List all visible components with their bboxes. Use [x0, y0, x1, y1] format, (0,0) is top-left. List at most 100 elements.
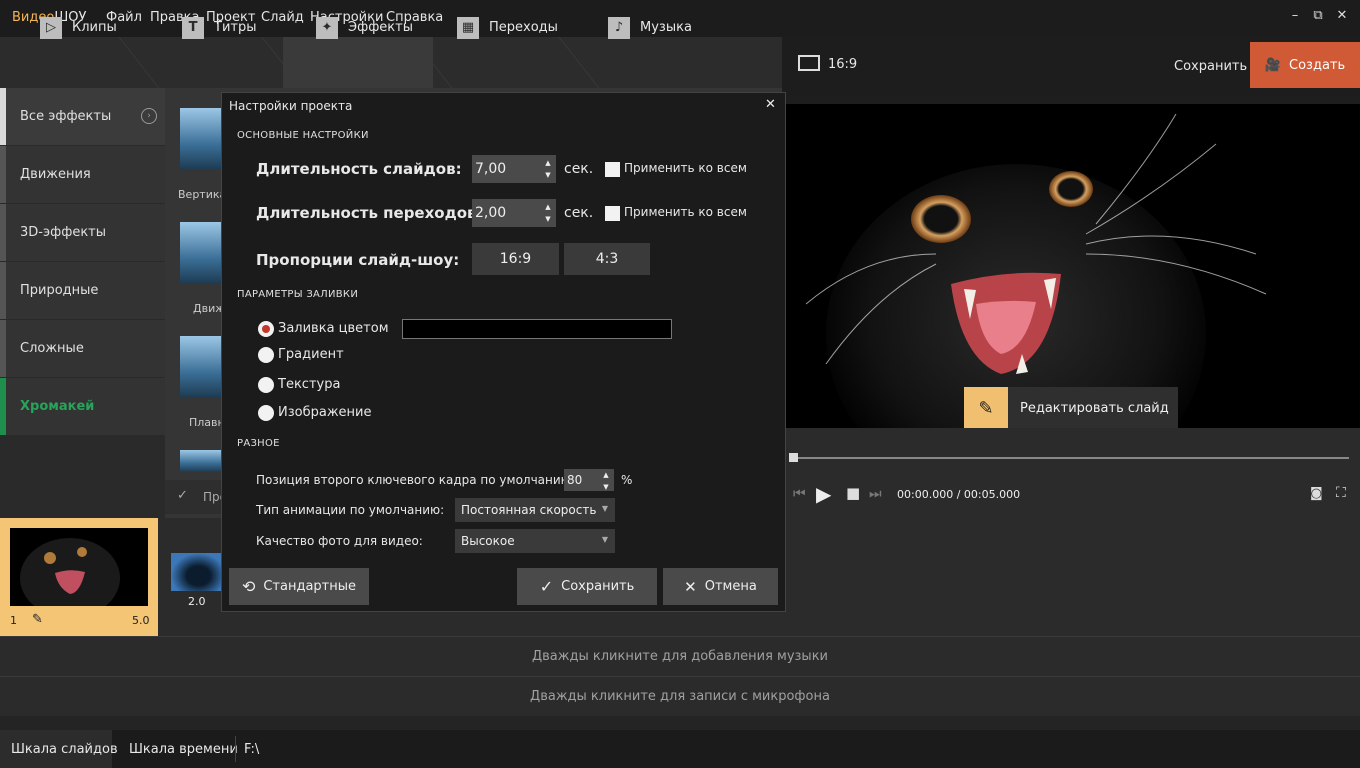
close-icon: ✕ — [684, 577, 697, 596]
effect-label: Плавн — [189, 416, 225, 429]
sidebar-item-motion[interactable]: Движения — [0, 146, 165, 203]
pencil-icon: ✎ — [964, 387, 1008, 429]
close-window-icon[interactable]: ✕ — [1332, 8, 1352, 28]
camera-icon: 🎥 — [1264, 57, 1282, 73]
slide-thumbnail — [10, 528, 148, 606]
film-icon: ▦ — [457, 16, 479, 39]
tab-slides-scale[interactable]: Шкала слайдов — [11, 730, 118, 768]
edit-slide-button[interactable]: ✎ Редактировать слайд — [964, 387, 1178, 429]
tab-time-scale[interactable]: Шкала времени — [129, 730, 238, 768]
play-icon: ▷ — [40, 16, 62, 39]
section-fill-title: ПАРАМЕТРЫ ЗАЛИВКИ — [237, 289, 359, 300]
effect-thumbnail[interactable] — [180, 108, 225, 170]
tab-music[interactable]: ♪ Музыка — [608, 0, 692, 55]
fill-color-label: Заливка цветом — [278, 321, 389, 336]
skip-forward-icon[interactable]: ⏭ — [869, 486, 882, 502]
pencil-icon[interactable]: ✎ — [32, 612, 43, 627]
gradient-radio[interactable] — [258, 347, 274, 363]
photo-quality-select[interactable]: Высокое ▼ — [455, 529, 615, 553]
effect-label: Вертика — [178, 188, 227, 201]
sidebar-item-nature[interactable]: Природные — [0, 262, 165, 319]
save-settings-button[interactable]: ✓ Сохранить — [517, 568, 657, 605]
skip-back-icon[interactable]: ⏮ — [793, 486, 806, 502]
texture-label: Текстура — [278, 377, 341, 392]
effect-thumbnail[interactable] — [180, 222, 225, 284]
slide-duration: 5.0 — [132, 614, 150, 627]
fill-color-swatch[interactable] — [402, 319, 672, 339]
section-basic-title: ОСНОВНЫЕ НАСТРОЙКИ — [237, 130, 369, 141]
check-icon: ✓ — [539, 577, 554, 596]
tab-titles[interactable]: T Титры — [182, 0, 256, 55]
maximize-icon[interactable]: ⧉ — [1308, 8, 1328, 28]
create-video-button[interactable]: 🎥 Создать — [1250, 42, 1360, 88]
text-icon: T — [182, 16, 204, 39]
slide-duration-spinner[interactable]: 7,00 ▲ ▼ — [472, 155, 556, 183]
music-icon: ♪ — [608, 16, 630, 39]
effect-thumbnail[interactable] — [180, 336, 225, 398]
divider — [235, 736, 236, 762]
image-radio[interactable] — [258, 405, 274, 421]
texture-radio[interactable] — [258, 377, 274, 393]
chevron-down-icon: ▼ — [601, 535, 608, 544]
menu-slide[interactable]: Слайд — [261, 10, 304, 25]
fill-color-radio[interactable] — [258, 321, 274, 337]
time-readout: 00:00.000 / 00:05.000 — [897, 488, 1021, 501]
tab-effects[interactable]: ✦ Эффекты — [316, 0, 413, 55]
preview-image — [786, 104, 1360, 428]
slide-number: 1 — [10, 614, 17, 627]
unit-label: сек. — [564, 205, 594, 221]
stop-icon[interactable]: ■ — [846, 484, 860, 502]
mic-track[interactable]: Дважды кликните для записи с микрофона — [0, 676, 1360, 716]
defaults-button[interactable]: ⟲ Стандартные — [229, 568, 369, 605]
apply-all-transitions-checkbox[interactable] — [605, 206, 620, 221]
unit-label: сек. — [564, 161, 594, 177]
chevron-down-icon: ▼ — [601, 504, 608, 513]
section-misc-title: РАЗНОЕ — [237, 438, 280, 449]
slide-duration-label: Длительность слайдов: — [256, 160, 462, 178]
refresh-icon: ⟲ — [241, 577, 256, 596]
apply-all-label: Применить ко всем — [624, 161, 747, 175]
gradient-label: Градиент — [278, 347, 344, 362]
folder-path[interactable]: F:\ — [244, 730, 259, 768]
spinner-arrows-icon[interactable]: ▲ ▼ — [542, 157, 554, 181]
aspect-ratio-label[interactable]: 16:9 — [828, 57, 857, 72]
ratio-16-9-button[interactable]: 16:9 — [472, 243, 559, 275]
check-icon: ✓ — [177, 488, 188, 503]
fullscreen-icon[interactable]: ⛶ — [1336, 485, 1346, 501]
tab-transitions[interactable]: ▦ Переходы — [457, 0, 558, 55]
spinner-arrows-icon[interactable]: ▲ ▼ — [600, 469, 612, 493]
play-icon[interactable]: ▶ — [816, 482, 831, 506]
minimize-icon[interactable]: – — [1285, 8, 1305, 28]
aspect-ratio-label: Пропорции слайд-шоу: — [256, 251, 460, 269]
transition-duration-label: Длительность переходов: — [256, 204, 483, 222]
transition-thumbnail[interactable] — [171, 553, 221, 591]
seek-bar[interactable] — [793, 457, 1349, 459]
tab-clips[interactable]: ▷ Клипы — [40, 0, 117, 55]
magic-wand-icon: ✦ — [316, 16, 338, 39]
track-spacer — [0, 716, 1360, 730]
seek-handle[interactable] — [789, 453, 798, 462]
animation-type-label: Тип анимации по умолчанию: — [256, 503, 445, 517]
save-project-button[interactable]: Сохранить — [1174, 59, 1247, 74]
keyframe-spinner[interactable]: 80 ▲ ▼ — [564, 469, 614, 491]
close-icon[interactable]: ✕ — [765, 97, 776, 112]
animation-type-select[interactable]: Постоянная скорость ▼ — [455, 498, 615, 522]
cancel-button[interactable]: ✕ Отмена — [663, 568, 778, 605]
apply-all-slides-checkbox[interactable] — [605, 162, 620, 177]
spinner-arrows-icon[interactable]: ▲ ▼ — [542, 201, 554, 225]
effect-thumbnail[interactable] — [180, 450, 225, 472]
player-controls — [786, 428, 1360, 518]
apply-all-label: Применить ко всем — [624, 205, 747, 219]
transition-duration-spinner[interactable]: 2,00 ▲ ▼ — [472, 199, 556, 227]
sidebar-item-chromakey[interactable]: Хромакей — [0, 378, 165, 435]
transition-duration: 2.0 — [188, 595, 206, 608]
sidebar-item-3d[interactable]: 3D-эффекты — [0, 204, 165, 261]
music-track[interactable]: Дважды кликните для добавления музыки — [0, 636, 1360, 676]
sidebar-item-complex[interactable]: Сложные — [0, 320, 165, 377]
photo-quality-label: Качество фото для видео: — [256, 534, 423, 548]
keyframe-label: Позиция второго ключевого кадра по умолч… — [256, 473, 575, 487]
sidebar-item-all-effects[interactable]: Все эффекты › — [0, 88, 165, 145]
black-cat-image — [805, 113, 1267, 428]
ratio-4-3-button[interactable]: 4:3 — [564, 243, 650, 275]
snapshot-icon[interactable]: ◙ — [1310, 486, 1323, 501]
